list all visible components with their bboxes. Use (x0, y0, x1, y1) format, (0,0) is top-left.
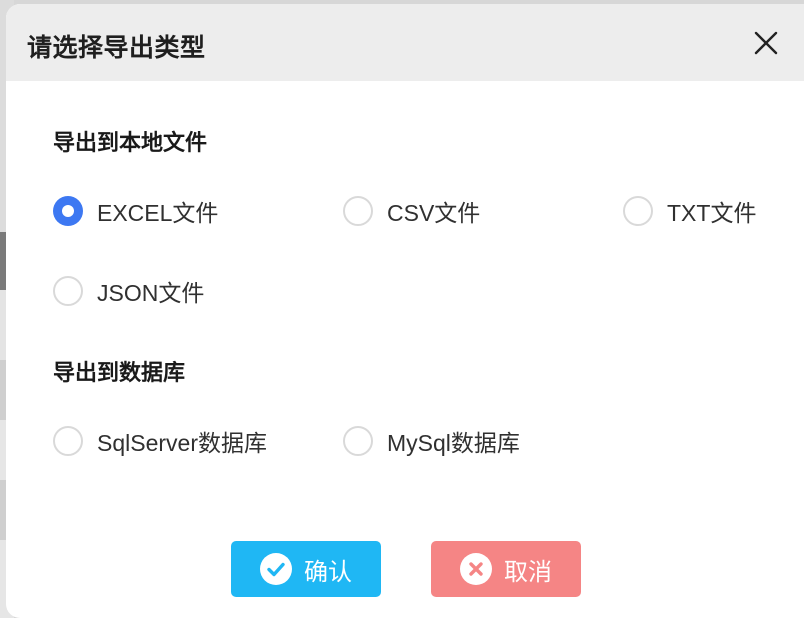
radio-label: JSON文件 (97, 280, 205, 306)
radio-button[interactable] (53, 426, 83, 456)
section-title-database: 导出到数据库 (53, 361, 186, 386)
radio-button[interactable] (53, 276, 83, 306)
cancel-button-label: 取消 (504, 557, 552, 586)
radio-button[interactable] (343, 196, 373, 226)
section-title-local: 导出到本地文件 (53, 131, 208, 156)
radio-option-mysql[interactable]: MySql数据库 (343, 424, 520, 458)
radio-option-excel[interactable]: EXCEL文件 (53, 194, 218, 228)
radio-button[interactable] (343, 426, 373, 456)
confirm-button-label: 确认 (304, 557, 352, 586)
radio-button[interactable] (623, 196, 653, 226)
radio-label: SqlServer数据库 (97, 430, 267, 456)
radio-label: CSV文件 (387, 200, 481, 226)
radio-option-sqlserver[interactable]: SqlServer数据库 (53, 424, 267, 458)
confirm-button[interactable]: 确认 (231, 541, 381, 597)
radio-label: EXCEL文件 (97, 200, 219, 226)
export-type-dialog: 请选择导出类型 导出到本地文件 EXCEL文件 CSV文件 TXT文件 JSON… (6, 4, 804, 618)
close-icon[interactable] (753, 30, 779, 56)
radio-button-checked[interactable] (53, 196, 83, 226)
dialog-header: 请选择导出类型 (6, 4, 804, 81)
check-circle-icon (260, 553, 292, 585)
dialog-title: 请选择导出类型 (27, 33, 206, 62)
x-circle-icon (460, 553, 492, 585)
radio-label: MySql数据库 (387, 430, 520, 456)
radio-label: TXT文件 (667, 200, 757, 226)
radio-option-json[interactable]: JSON文件 (53, 274, 204, 308)
cancel-button[interactable]: 取消 (431, 541, 581, 597)
radio-option-txt[interactable]: TXT文件 (623, 194, 756, 228)
close-button[interactable] (753, 30, 779, 56)
radio-option-csv[interactable]: CSV文件 (343, 194, 480, 228)
